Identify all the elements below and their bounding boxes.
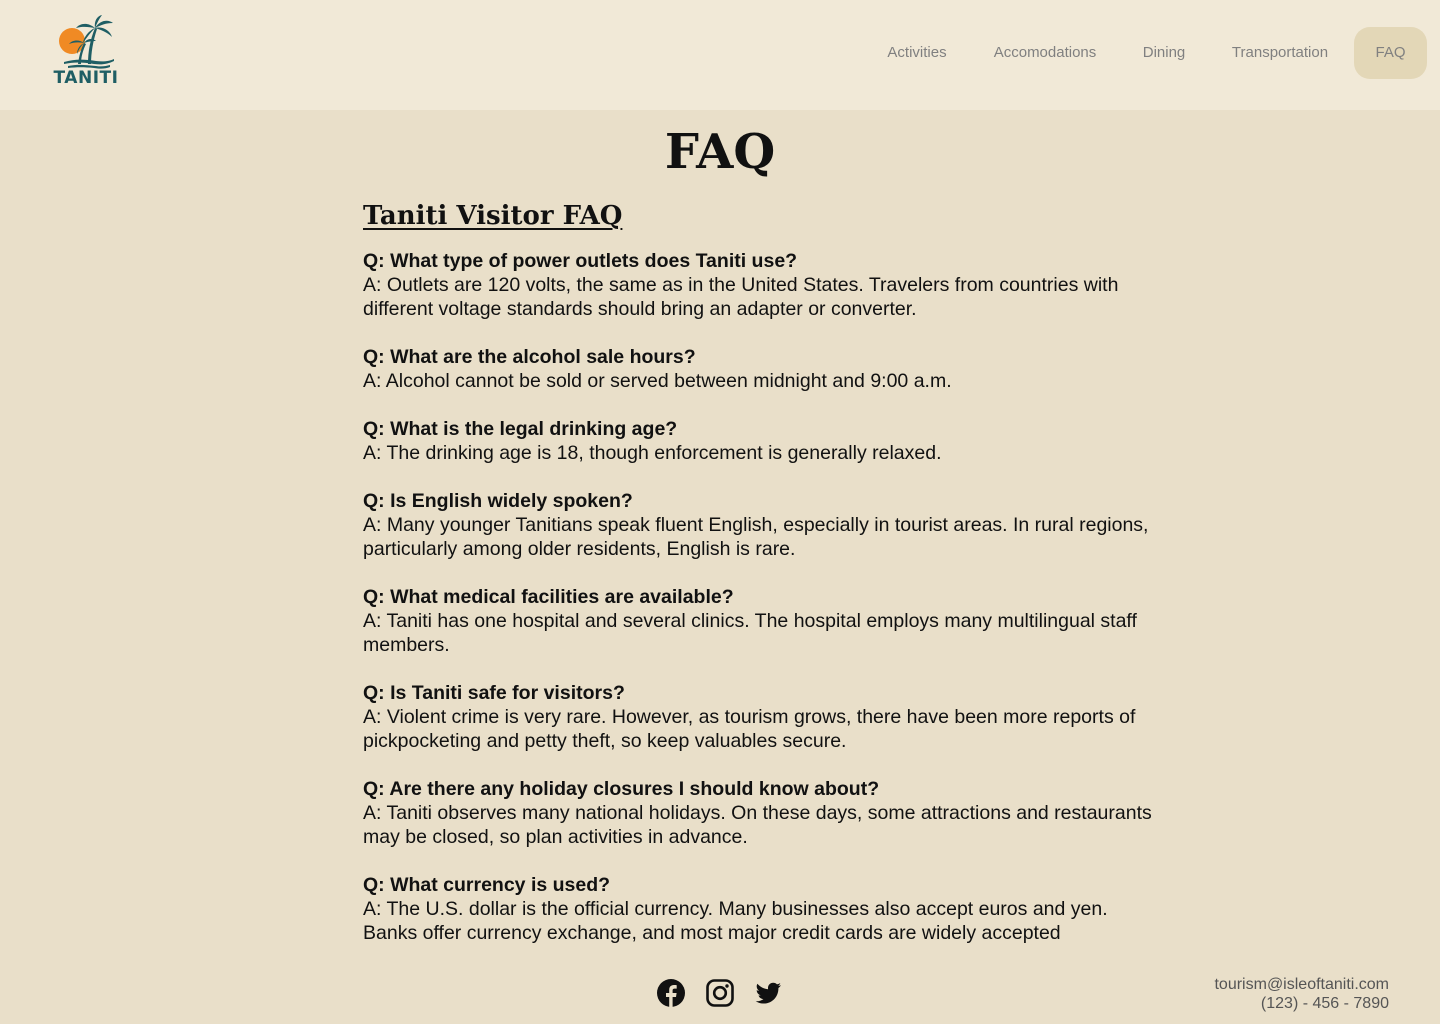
faq-question: Q: What type of power outlets does Tanit… [363,250,798,272]
contact-email[interactable]: tourism@isleoftaniti.com [1214,975,1389,994]
faq-question: Q: What currency is used? [363,874,611,896]
main-nav: Activities Accomodations Dining Transpor… [0,27,1440,79]
faq-answer: A: The U.S. dollar is the official curre… [363,898,1108,944]
faq-question: Q: Is English widely spoken? [363,490,633,512]
faq-answer: A: Taniti has one hospital and several c… [363,610,1137,656]
nav-item-accomodations[interactable]: Accomodations [980,27,1110,79]
faq-question: Q: Are there any holiday closures I shou… [363,778,880,800]
faq-item: Q: What type of power outlets does Tanit… [363,249,1163,321]
faq-question: Q: Is Taniti safe for visitors? [363,682,625,704]
nav-item-activities[interactable]: Activities [868,27,966,79]
instagram-icon[interactable] [705,978,735,1008]
faq-question: Q: What is the legal drinking age? [363,418,678,440]
faq-answer: A: The drinking age is 18, though enforc… [363,442,942,464]
nav-item-transportation[interactable]: Transportation [1218,27,1342,79]
page-title: FAQ [664,124,776,180]
faq-answer: A: Outlets are 120 volts, the same as in… [363,274,1119,320]
faq-section: Taniti Visitor FAQ Q: What type of power… [363,197,1163,969]
faq-item: Q: Is English widely spoken? A: Many you… [363,489,1163,561]
faq-item: Q: What medical facilities are available… [363,585,1163,657]
faq-question: Q: What medical facilities are available… [363,586,734,608]
nav-item-faq[interactable]: FAQ [1354,27,1427,79]
faq-answer: A: Violent crime is very rare. However, … [363,706,1136,752]
nav-item-dining[interactable]: Dining [1130,27,1198,79]
faq-item: Q: What are the alcohol sale hours? A: A… [363,345,1163,393]
contact-phone: (123) - 456 - 7890 [1260,995,1389,1012]
faq-subtitle: Taniti Visitor FAQ [363,201,623,231]
faq-answer: A: Alcohol cannot be sold or served betw… [363,370,952,392]
faq-item: Q: Are there any holiday closures I shou… [363,777,1163,849]
faq-question: Q: What are the alcohol sale hours? [363,346,696,368]
facebook-icon[interactable] [656,978,686,1008]
faq-item: Q: Is Taniti safe for visitors? A: Viole… [363,681,1163,753]
faq-item: Q: What is the legal drinking age? A: Th… [363,417,1163,465]
faq-item: Q: What currency is used? A: The U.S. do… [363,873,1163,945]
faq-answer: A: Taniti observes many national holiday… [363,802,1152,848]
twitter-icon[interactable] [753,978,783,1008]
contact-info: tourism@isleoftaniti.com (123) - 456 - 7… [1214,975,1389,1013]
site-header: TANITI Activities Accomodations Dining T… [0,0,1440,110]
faq-answer: A: Many younger Tanitians speak fluent E… [363,514,1149,560]
